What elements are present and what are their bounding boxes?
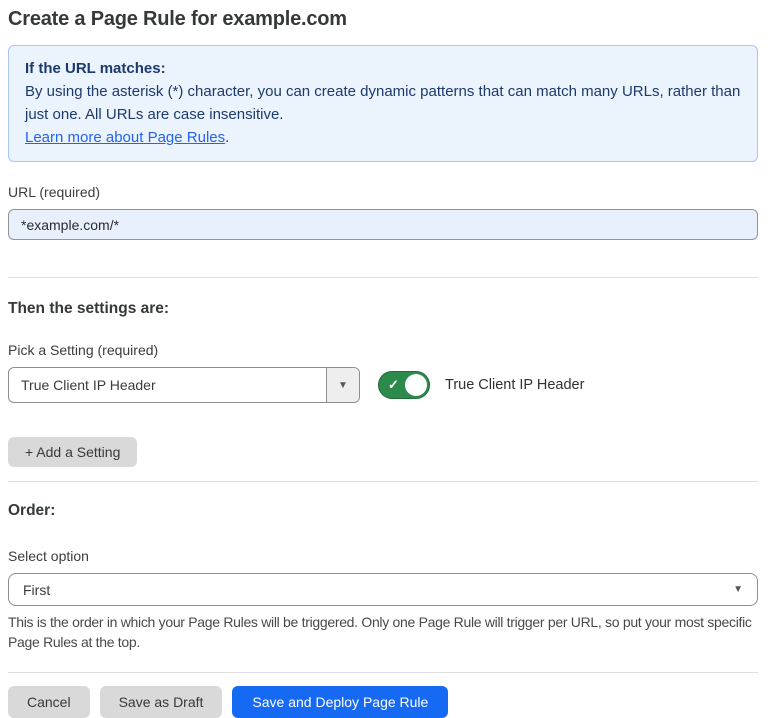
setting-picker-label: Pick a Setting (required) [8,342,758,359]
setting-select[interactable]: True Client IP Header ▼ [8,367,360,403]
setting-select-value: True Client IP Header [9,368,326,402]
toggle-knob [405,374,427,396]
info-box-heading: If the URL matches: [25,57,741,80]
chevron-down-icon: ▼ [326,368,359,402]
page-title: Create a Page Rule for example.com [8,6,758,32]
divider [8,481,758,482]
setting-row: True Client IP Header ▼ ✓ True Client IP… [8,367,758,403]
order-select[interactable]: First ▼ [8,573,758,606]
page-container: Create a Page Rule for example.com If th… [0,6,769,718]
footer-actions: Cancel Save as Draft Save and Deploy Pag… [8,686,758,718]
learn-more-link[interactable]: Learn more about Page Rules [25,129,225,146]
order-section-heading: Order: [8,502,758,520]
divider [8,672,758,673]
chevron-down-icon: ▼ [733,584,743,595]
url-input[interactable] [8,209,758,240]
add-setting-button[interactable]: + Add a Setting [8,437,137,467]
order-description: This is the order in which your Page Rul… [8,612,758,652]
settings-section-heading: Then the settings are: [8,300,758,318]
toggle-label: True Client IP Header [445,377,584,393]
save-deploy-button[interactable]: Save and Deploy Page Rule [232,686,448,718]
cancel-button[interactable]: Cancel [8,686,90,718]
save-draft-button[interactable]: Save as Draft [100,686,223,718]
divider [8,277,758,278]
url-matches-info-box: If the URL matches: By using the asteris… [8,45,758,162]
check-icon: ✓ [388,378,399,391]
info-box-body: By using the asterisk (*) character, you… [25,80,741,126]
setting-toggle[interactable]: ✓ [378,371,430,399]
order-select-value: First [23,582,50,598]
order-select-label: Select option [8,548,758,565]
url-field-label: URL (required) [8,184,758,201]
link-suffix: . [225,129,229,146]
